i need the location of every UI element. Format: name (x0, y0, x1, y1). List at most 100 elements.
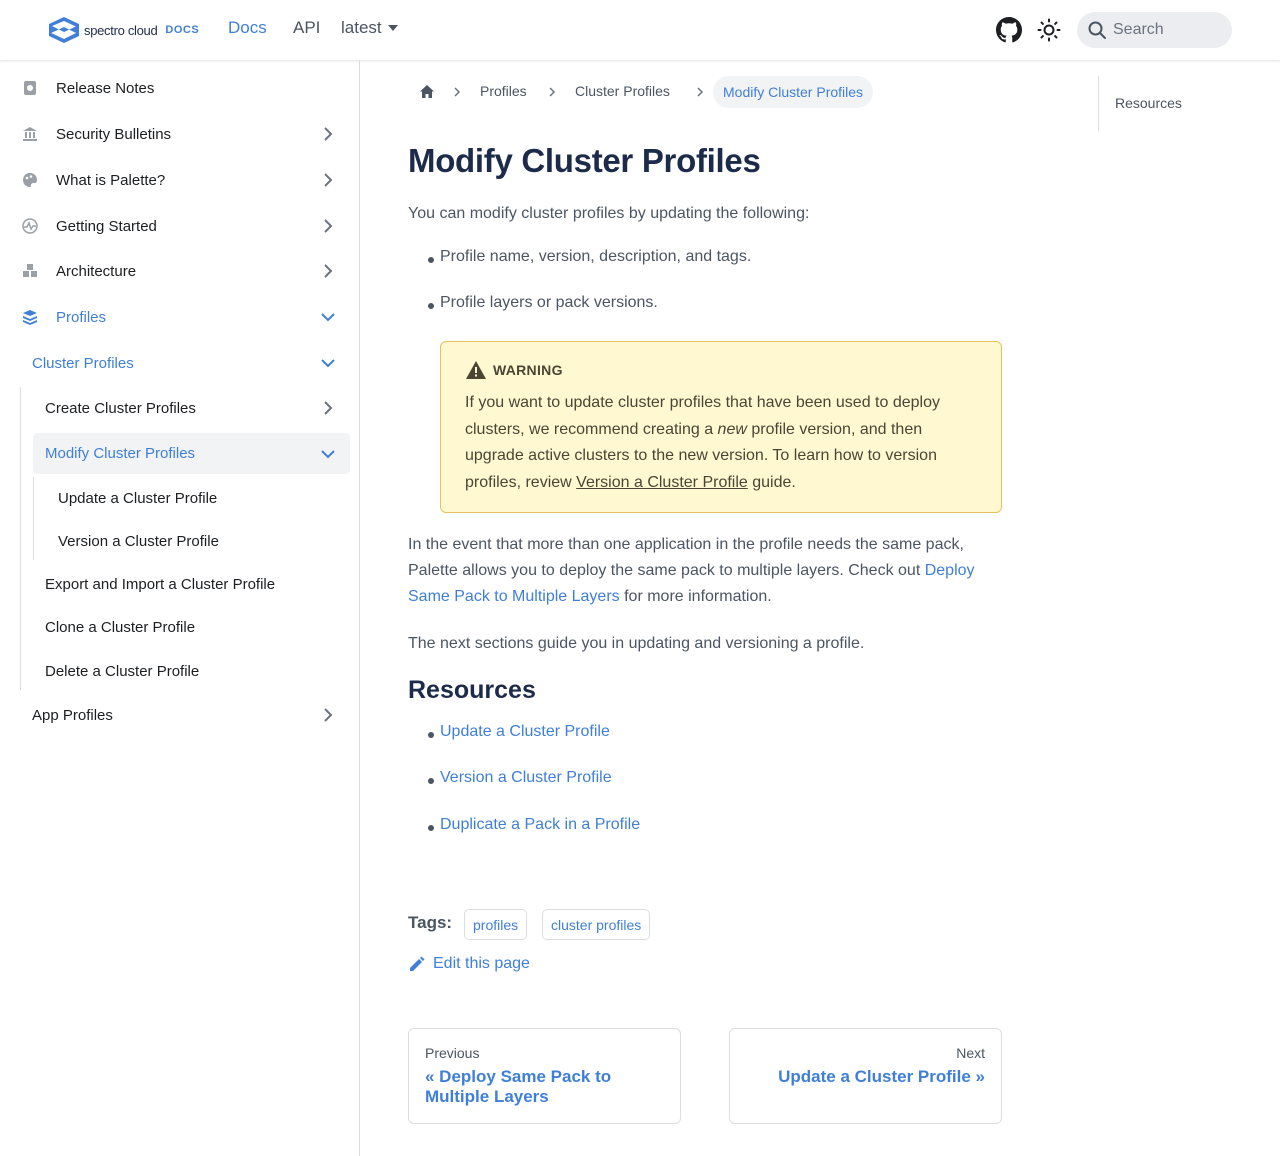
tag-cluster-profiles[interactable]: cluster profiles (542, 909, 651, 940)
spectro-cloud-logo-icon (49, 17, 79, 43)
breadcrumb-item[interactable]: Profiles (480, 83, 527, 99)
sidebar-item-modify-cluster-profiles[interactable]: Modify Cluster Profiles (33, 433, 350, 474)
nav-docs-link[interactable]: Docs (228, 18, 267, 38)
list-item-text: Profile layers or pack versions. (440, 294, 658, 311)
list-item: Profile layers or pack versions. (428, 294, 658, 312)
pager-previous[interactable]: Previous « Deploy Same Pack to Multiple … (408, 1028, 681, 1124)
sidebar-item-delete[interactable]: Delete a Cluster Profile (0, 661, 360, 681)
chevron-right-icon[interactable] (321, 219, 335, 233)
release-notes-icon (24, 81, 36, 95)
layers-icon (23, 310, 37, 325)
version-dropdown[interactable]: latest (341, 18, 398, 38)
pulse-icon (22, 218, 38, 234)
search-placeholder: Search (1113, 21, 1164, 38)
top-navbar: spectro cloud DOCS Docs API latest Searc… (0, 0, 1280, 60)
warning-label: WARNING (493, 362, 563, 378)
warning-text: If you want to update cluster profiles t… (465, 390, 985, 496)
chevron-right-icon (549, 87, 556, 97)
paragraph-text: In the event that more than one applicat… (408, 536, 964, 579)
chevron-down-icon[interactable] (321, 447, 335, 461)
sidebar-item-version-cluster-profile[interactable]: Version a Cluster Profile (0, 531, 360, 551)
pager-next[interactable]: Next Update a Cluster Profile » (729, 1028, 1002, 1124)
sidebar-item-cluster-profiles[interactable]: Cluster Profiles (0, 353, 360, 373)
warning-icon (466, 361, 486, 379)
list-item: Update a Cluster Profile (428, 723, 610, 741)
sidebar: Release Notes Security Bulletins What is… (0, 60, 360, 1156)
sidebar-item-label: Security Bulletins (56, 125, 172, 143)
edit-page-label: Edit this page (433, 955, 530, 972)
sidebar-item-release-notes[interactable]: Release Notes (0, 78, 360, 98)
list-item: Profile name, version, description, and … (428, 248, 751, 266)
resource-link[interactable]: Update a Cluster Profile (440, 723, 610, 740)
pager-previous-sublabel: Previous (425, 1045, 480, 1061)
search-input[interactable]: Search (1077, 12, 1232, 48)
sidebar-item-clone[interactable]: Clone a Cluster Profile (0, 617, 360, 637)
logo-text: spectro cloud (84, 22, 158, 38)
home-icon[interactable] (418, 83, 436, 101)
sidebar-item-update-cluster-profile[interactable]: Update a Cluster Profile (0, 488, 360, 508)
logo[interactable]: spectro cloud DOCS (48, 16, 199, 44)
paragraph: In the event that more than one applicat… (408, 532, 1008, 610)
sidebar-item-getting-started[interactable]: Getting Started (0, 216, 360, 236)
sidebar-item-label: Cluster Profiles (32, 354, 134, 372)
tag-profiles[interactable]: profiles (464, 909, 528, 940)
sidebar-item-what-is-palette[interactable]: What is Palette? (0, 170, 360, 190)
github-icon[interactable] (996, 17, 1022, 43)
sidebar-item-architecture[interactable]: Architecture (0, 261, 360, 281)
chevron-right-icon[interactable] (321, 127, 335, 141)
pager-next-sublabel: Next (956, 1045, 985, 1061)
sidebar-item-label: Profiles (56, 308, 107, 326)
chevron-down-icon[interactable] (321, 310, 335, 324)
toc-border (1098, 76, 1099, 131)
resources-heading: Resources (408, 676, 536, 704)
list-item: Version a Cluster Profile (428, 769, 612, 787)
sidebar-item-label: Modify Cluster Profiles (45, 445, 196, 462)
chevron-right-icon (697, 87, 704, 97)
sidebar-item-export-import[interactable]: Export and Import a Cluster Profile (0, 574, 360, 594)
intro-paragraph: You can modify cluster profiles by updat… (408, 205, 810, 222)
warning-text-part: guide. (747, 473, 796, 491)
chevron-right-icon[interactable] (321, 264, 335, 278)
palette-icon (23, 173, 37, 187)
sun-icon[interactable] (1037, 18, 1061, 42)
version-label: latest (341, 18, 382, 37)
sidebar-item-label: What is Palette? (56, 171, 166, 189)
bank-icon (23, 127, 37, 141)
search-icon (1088, 21, 1106, 39)
sidebar-item-label: Getting Started (56, 217, 157, 235)
sidebar-item-profiles[interactable]: Profiles (0, 307, 360, 327)
sidebar-item-label: App Profiles (32, 706, 113, 724)
sidebar-item-label: Clone a Cluster Profile (45, 618, 196, 636)
resource-link[interactable]: Version a Cluster Profile (440, 769, 612, 786)
warning-admonition: WARNING If you want to update cluster pr… (440, 341, 1002, 513)
sidebar-item-app-profiles[interactable]: App Profiles (0, 705, 360, 725)
warning-heading: WARNING (465, 360, 563, 380)
sidebar-item-label: Release Notes (56, 79, 155, 97)
paragraph: The next sections guide you in updating … (408, 635, 865, 652)
paragraph-text: for more information. (619, 588, 772, 605)
chevron-right-icon[interactable] (321, 401, 335, 415)
pager-next-label: Update a Cluster Profile » (778, 1067, 985, 1086)
sidebar-item-label: Update a Cluster Profile (58, 489, 218, 507)
chevron-right-icon[interactable] (321, 173, 335, 187)
chevron-down-icon[interactable] (321, 356, 335, 370)
sidebar-item-label: Version a Cluster Profile (58, 532, 219, 550)
breadcrumb-item[interactable]: Cluster Profiles (575, 83, 670, 99)
caret-down-icon (387, 25, 398, 31)
chevron-right-icon[interactable] (321, 708, 335, 722)
sidebar-item-label: Export and Import a Cluster Profile (45, 575, 276, 593)
pager-previous-label: « Deploy Same Pack to Multiple Layers (425, 1067, 612, 1106)
edit-page-link[interactable]: Edit this page (408, 955, 530, 973)
sidebar-item-label: Delete a Cluster Profile (45, 662, 200, 680)
cubes-icon (23, 264, 37, 277)
resource-link[interactable]: Duplicate a Pack in a Profile (440, 816, 640, 833)
toc-link-resources[interactable]: Resources (1115, 95, 1182, 111)
page-title: Modify Cluster Profiles (408, 142, 761, 179)
list-item: Duplicate a Pack in a Profile (428, 816, 640, 834)
version-profile-link[interactable]: Version a Cluster Profile (576, 474, 748, 491)
nav-api-link[interactable]: API (293, 18, 320, 38)
warning-emphasis: new (717, 420, 747, 438)
sidebar-item-security-bulletins[interactable]: Security Bulletins (0, 124, 360, 144)
sidebar-item-create-cluster-profiles[interactable]: Create Cluster Profiles (0, 398, 360, 418)
sidebar-item-label: Architecture (56, 262, 137, 280)
